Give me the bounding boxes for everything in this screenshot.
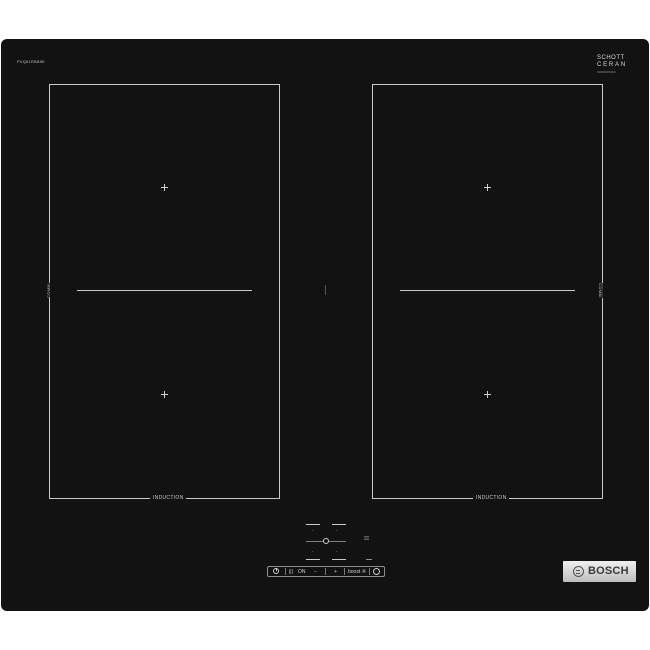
power-icon[interactable] [273,568,279,574]
strip-separator [369,568,370,575]
boost-button[interactable]: boost ④ [348,569,366,575]
cooking-zone-right [372,84,603,499]
glass-brand-mark: SCHOTT CERAN 0000000000 [597,55,627,76]
cooking-zone-left [49,84,280,499]
zone-select-front-right[interactable] [332,524,346,525]
glass-brand-line2: CERAN [596,62,627,68]
zone-select-center-left-line [306,541,323,542]
zone-label-right: INDUCTION [473,495,510,501]
plus-button[interactable]: + [334,569,337,575]
zone-side-label-left: COMBI [45,283,51,298]
model-code: PVQ61RBB5E [17,59,46,64]
zone-divider-right [400,290,575,291]
zone-select-center-right-line [329,541,346,542]
zone-select-dot-rl: · [312,549,314,555]
induction-hob: PVQ61RBB5E SCHOTT CERAN 0000000000 INDUC… [1,39,649,611]
zone-divider-left [77,290,252,291]
level-scale-label: ||| [289,569,293,575]
strip-separator [325,568,326,575]
bosch-logo-icon [573,566,584,577]
brand-name: BOSCH [588,565,629,577]
glass-brand-line1: SCHOTT [596,55,625,61]
on-label: ON [298,569,306,575]
brand-badge: BOSCH [563,561,636,582]
zone-select-rear-right[interactable] [332,559,346,560]
zone-combine-button[interactable] [323,538,329,544]
zone-select-rear-left[interactable] [306,559,320,560]
zone-select-dot-fr: · [336,528,338,534]
glass-code: 0000000000 [596,70,616,74]
strip-separator [344,568,345,575]
indicator-dash [366,559,372,560]
zone-side-label-right: COMBI [597,283,603,298]
strip-separator [285,568,286,575]
minus-button[interactable]: − [314,569,317,575]
zone-center-mark-front-right [484,184,491,191]
zone-center-mark-front-left [161,184,168,191]
zone-select-front-left[interactable] [306,524,320,525]
zone-center-mark-rear-left [161,391,168,398]
combi-indicator: ||| [362,536,369,540]
zone-select-dot-rr: · [336,549,338,555]
zone-center-mark-rear-right [484,391,491,398]
control-strip: ||| ON − + boost ④ [267,566,385,577]
center-gap-mark [325,285,326,295]
timer-icon[interactable] [373,568,380,575]
zone-select-dot-fl: · [312,528,314,534]
zone-label-left: INDUCTION [150,495,187,501]
